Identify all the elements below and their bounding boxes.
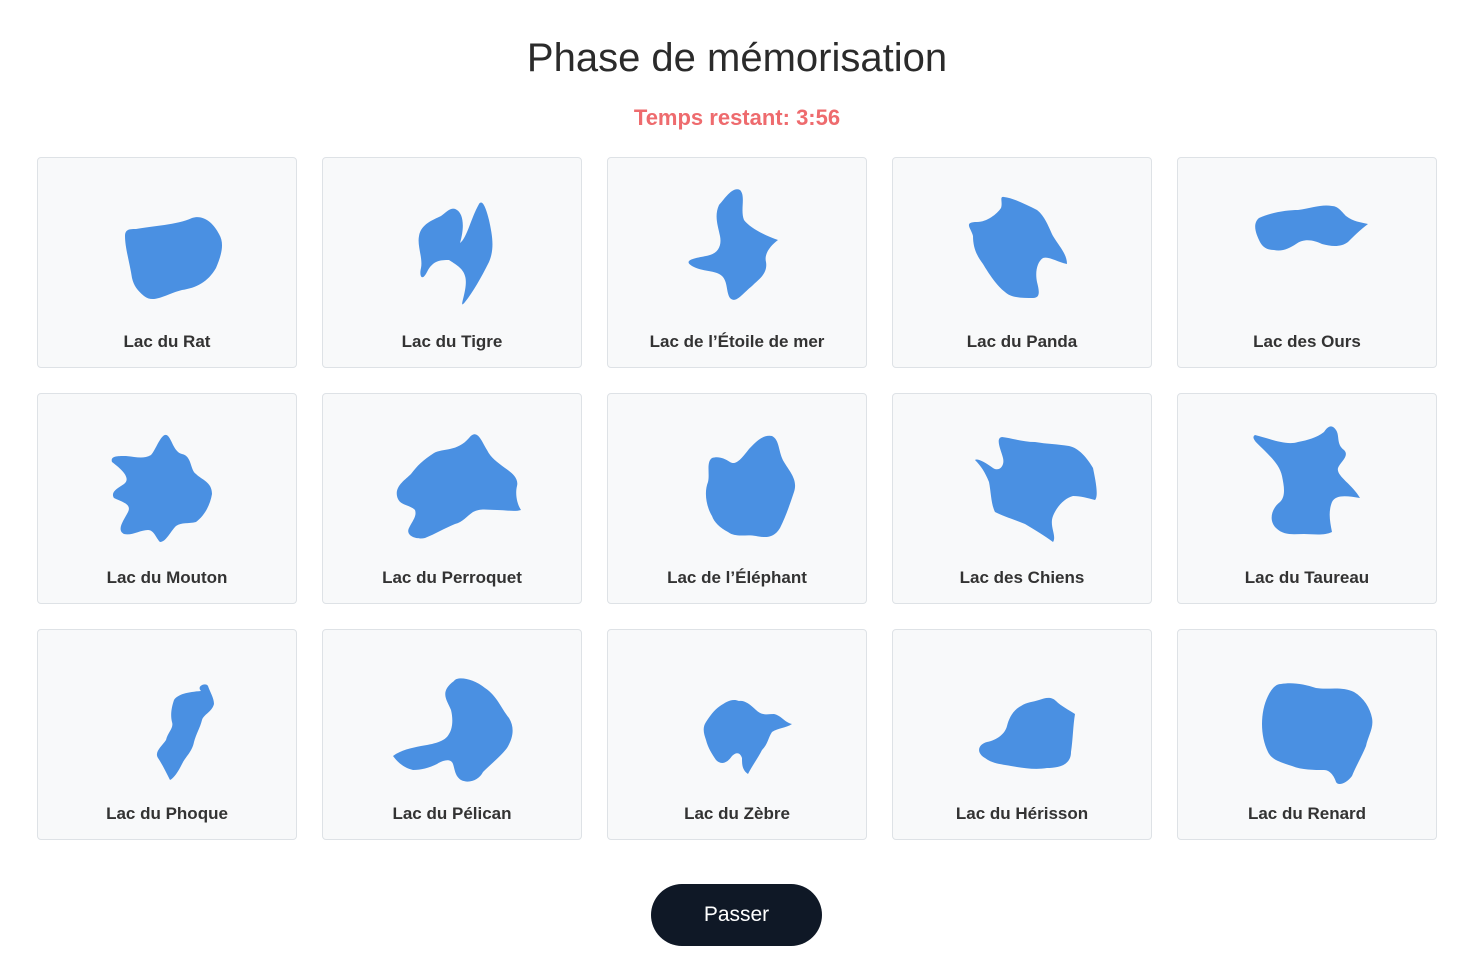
- lake-name: Lac du Taureau: [1244, 568, 1370, 587]
- lake-shape-icon: [979, 697, 1075, 769]
- lake-shape-icon: [1262, 683, 1373, 784]
- lake-name: Lac du Phoque: [106, 804, 228, 823]
- lake-card-rat[interactable]: Lac du Rat: [37, 157, 297, 368]
- lake-card-pelican[interactable]: Lac du Pélican: [322, 629, 582, 840]
- lake-card-etoile-de-mer[interactable]: Lac de l’Étoile de mer: [607, 157, 867, 368]
- lake-card-tigre[interactable]: Lac du Tigre: [322, 157, 582, 368]
- lake-shape-icon: [703, 699, 792, 774]
- lake-shape-icon: [968, 196, 1067, 298]
- lake-card-mouton[interactable]: Lac du Mouton: [37, 393, 297, 604]
- lake-grid: Lac du Rat Lac du Tigre Lac de l’Étoile …: [37, 157, 1437, 840]
- countdown-timer: Temps restant: 3:56: [633, 105, 841, 130]
- lake-card-renard[interactable]: Lac du Renard: [1177, 629, 1437, 840]
- lake-name: Lac du Renard: [1247, 804, 1367, 823]
- lake-card-ours[interactable]: Lac des Ours: [1177, 157, 1437, 368]
- lake-card-elephant[interactable]: Lac de l’Éléphant: [607, 393, 867, 604]
- lake-card-phoque[interactable]: Lac du Phoque: [37, 629, 297, 840]
- lake-name: Lac de l’Éléphant: [667, 568, 807, 587]
- lake-shape-icon: [688, 189, 778, 300]
- lake-shape-icon: [125, 217, 223, 300]
- skip-button[interactable]: Passer: [651, 884, 822, 946]
- lake-name: Lac du Mouton: [106, 568, 228, 587]
- lake-name: Lac du Panda: [966, 332, 1078, 351]
- lake-name: Lac du Rat: [123, 332, 211, 351]
- lake-shape-icon: [111, 434, 212, 542]
- lake-shape-icon: [396, 434, 521, 539]
- lake-card-chiens[interactable]: Lac des Chiens: [892, 393, 1152, 604]
- lake-shape-icon: [418, 202, 493, 305]
- lake-name: Lac du Perroquet: [382, 568, 522, 587]
- lake-name: Lac du Hérisson: [955, 804, 1089, 823]
- lake-shape-icon: [1255, 205, 1368, 251]
- lake-name: Lac de l’Étoile de mer: [649, 332, 825, 351]
- lake-shape-icon: [156, 684, 214, 780]
- page-title: Phase de mémorisation: [526, 36, 948, 80]
- lake-shape-icon: [975, 437, 1097, 542]
- lake-shape-icon: [393, 678, 513, 782]
- lake-name: Lac du Zèbre: [684, 804, 790, 823]
- lake-card-herisson[interactable]: Lac du Hérisson: [892, 629, 1152, 840]
- lake-shape-icon: [705, 435, 796, 538]
- lake-card-taureau[interactable]: Lac du Taureau: [1177, 393, 1437, 604]
- lake-card-zebre[interactable]: Lac du Zèbre: [607, 629, 867, 840]
- lake-shape-icon: [1253, 426, 1360, 535]
- lake-name: Lac du Tigre: [401, 332, 503, 351]
- lake-card-panda[interactable]: Lac du Panda: [892, 157, 1152, 368]
- lake-name: Lac des Chiens: [959, 568, 1085, 587]
- lake-name: Lac du Pélican: [392, 804, 512, 823]
- lake-card-perroquet[interactable]: Lac du Perroquet: [322, 393, 582, 604]
- lake-name: Lac des Ours: [1253, 332, 1361, 351]
